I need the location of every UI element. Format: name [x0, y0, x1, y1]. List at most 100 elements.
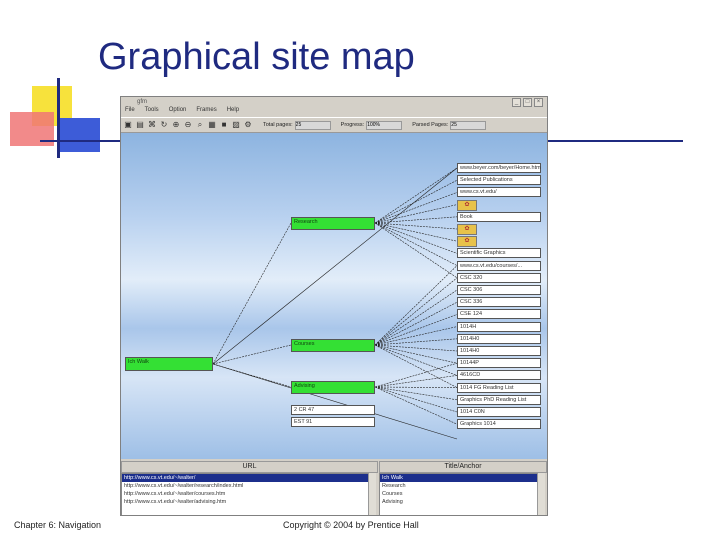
link-line: [374, 338, 458, 346]
root-node[interactable]: Ich Walk: [125, 357, 213, 371]
refresh-icon[interactable]: ↻: [159, 120, 169, 130]
list-item[interactable]: http://www.cs.vt.edu/~/walter/: [122, 474, 368, 482]
list-item[interactable]: Research: [380, 482, 537, 490]
link-line: [374, 386, 458, 401]
save-icon[interactable]: ▣: [123, 120, 133, 130]
total-pages-label: Total pages:: [263, 122, 293, 128]
url-column-header[interactable]: URL: [121, 461, 378, 473]
link-line: [374, 314, 458, 346]
progress-input[interactable]: [366, 120, 403, 130]
node-research[interactable]: Research: [291, 217, 375, 230]
title-list: Ich Walk Research Courses Advising: [379, 473, 538, 515]
close-button[interactable]: ×: [534, 98, 543, 107]
image-icon[interactable]: ▨: [231, 120, 241, 130]
node-courses[interactable]: Courses: [291, 339, 375, 352]
page-node[interactable]: CSC 320: [457, 272, 541, 283]
page-node[interactable]: 1014H0: [457, 333, 541, 344]
link-line: [374, 344, 458, 376]
site-map-canvas[interactable]: Ich Walk Research Courses Advising 2 CR …: [121, 133, 547, 459]
parsed-pages-label: Parsed Pages:: [412, 122, 449, 128]
page-node[interactable]: 10144P: [457, 358, 541, 369]
page-node[interactable]: Scientific Graphics: [457, 248, 541, 259]
page-node[interactable]: Graphics PhD Reading List: [457, 394, 541, 405]
search-icon[interactable]: ⌕: [195, 120, 205, 130]
image-thumbnail-icon[interactable]: ✿: [457, 236, 477, 248]
footer-chapter: Chapter 6: Navigation: [14, 520, 102, 530]
list-item[interactable]: Advising: [380, 498, 537, 506]
settings-icon[interactable]: ⚙: [243, 120, 253, 130]
page-node[interactable]: Selected Publications: [457, 175, 541, 186]
list-item[interactable]: Courses: [380, 490, 537, 498]
node-advising[interactable]: Advising: [291, 381, 375, 394]
stop-icon[interactable]: ■: [219, 120, 229, 130]
progress-field: Progress:: [340, 120, 403, 130]
link-line: [374, 277, 458, 346]
link-line: [374, 167, 458, 224]
list-item[interactable]: http://www.cs.vt.edu/~/walter/courses.ht…: [122, 490, 368, 498]
footer-copyright: Copyright © 2004 by Prentice Hall: [283, 520, 419, 530]
node-advising-child[interactable]: EST 91: [291, 417, 375, 427]
zoom-in-icon[interactable]: ⊕: [171, 120, 181, 130]
total-pages-input[interactable]: [294, 120, 331, 130]
app-window: gfm _ □ × File Tools Option Frames Help …: [120, 96, 548, 516]
window-title: gfm: [137, 99, 148, 105]
page-node[interactable]: CSC 306: [457, 285, 541, 295]
link-line: [374, 179, 458, 224]
title-scrollbar[interactable]: [537, 473, 545, 515]
open-icon[interactable]: ▤: [135, 120, 145, 130]
grid-icon[interactable]: ▦: [207, 120, 217, 130]
slide-title: Graphical site map: [98, 36, 415, 78]
list-item[interactable]: http://www.cs.vt.edu/~/walter/research/i…: [122, 482, 368, 490]
parsed-pages-input[interactable]: [450, 120, 487, 130]
minimize-button[interactable]: _: [512, 98, 521, 107]
url-list: http://www.cs.vt.edu/~/walter/ http://ww…: [121, 473, 369, 515]
page-node[interactable]: CSC 336: [457, 297, 541, 308]
link-line: [374, 222, 458, 266]
page-node[interactable]: Graphics 1014: [457, 419, 541, 430]
link-line: [374, 326, 458, 346]
title-column-header[interactable]: Title/Anchor: [379, 461, 547, 473]
page-node[interactable]: 1014 C0N: [457, 407, 541, 417]
link-line: [374, 386, 458, 388]
page-node[interactable]: 1014H0: [457, 346, 541, 356]
page-node[interactable]: www.cs.vt.edu/courses/...: [457, 260, 541, 271]
page-node[interactable]: Book: [457, 211, 541, 222]
link-line: [374, 386, 458, 413]
menu-tools[interactable]: Tools: [145, 107, 159, 117]
page-node[interactable]: www.beyer.com/beyer/Home.htm: [457, 163, 541, 173]
menu-option[interactable]: Option: [169, 107, 187, 117]
link-line: [374, 265, 458, 346]
link-line: [374, 192, 458, 224]
list-item[interactable]: Ich Walk: [380, 474, 537, 482]
deco-blue-square: [58, 118, 100, 152]
link-line: [374, 301, 458, 346]
link-line: [374, 204, 458, 224]
page-node[interactable]: 4616CD: [457, 370, 541, 381]
menu-frames[interactable]: Frames: [196, 107, 216, 117]
menu-bar: File Tools Option Frames Help: [121, 107, 547, 117]
link-line: [374, 344, 458, 388]
image-thumbnail-icon[interactable]: ✿: [457, 224, 477, 235]
menu-file[interactable]: File: [125, 107, 135, 117]
link-line: [374, 222, 458, 279]
page-node[interactable]: www.cs.vt.edu/: [457, 187, 541, 198]
zoom-out-icon[interactable]: ⊖: [183, 120, 193, 130]
page-node[interactable]: 1014 FG Reading List: [457, 382, 541, 393]
tree-icon[interactable]: ⌘: [147, 120, 157, 130]
list-item[interactable]: http://www.cs.vt.edu/~/walter/advising.h…: [122, 498, 368, 506]
menu-help[interactable]: Help: [227, 107, 239, 117]
page-node[interactable]: 1014H: [457, 321, 541, 332]
progress-label: Progress:: [340, 122, 365, 128]
details-panel: URL Title/Anchor http://www.cs.vt.edu/~/…: [121, 459, 547, 515]
page-node[interactable]: CSE 124: [457, 309, 541, 320]
url-scrollbar[interactable]: [368, 473, 376, 515]
link-line: [212, 363, 458, 440]
total-pages-field: Total pages:: [263, 120, 331, 130]
link-line: [374, 216, 458, 224]
node-advising-child[interactable]: 2 CR 47: [291, 405, 375, 415]
image-thumbnail-icon[interactable]: ✿: [457, 199, 477, 211]
link-line: [374, 386, 458, 425]
parsed-pages-field: Parsed Pages:: [412, 120, 487, 130]
maximize-button[interactable]: □: [523, 98, 532, 107]
deco-vertical-line: [57, 78, 60, 158]
